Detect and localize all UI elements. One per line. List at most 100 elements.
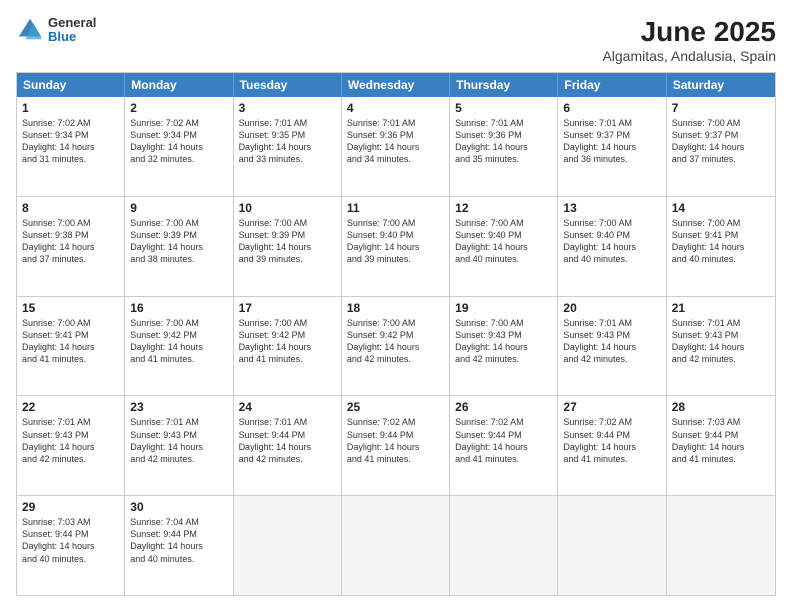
day-cell-30: 30Sunrise: 7:04 AMSunset: 9:44 PMDayligh…: [125, 496, 233, 595]
day-number: 11: [347, 201, 444, 215]
day-cell-12: 12 Sunrise: 7:00 AMSunset: 9:40 PMDayligh…: [450, 197, 558, 296]
calendar-header: SundayMondayTuesdayWednesdayThursdayFrid…: [17, 73, 775, 97]
cell-details: Sunrise: 7:00 AMSunset: 9:42 PMDaylight:…: [347, 317, 444, 366]
day-cell-21: 21 Sunrise: 7:01 AMSunset: 9:43 PMDayligh…: [667, 297, 775, 396]
empty-cell-4-3: [342, 496, 450, 595]
day-number: 22: [22, 400, 119, 414]
day-number: 10: [239, 201, 336, 215]
empty-cell-4-6: [667, 496, 775, 595]
cell-details: Sunrise: 7:02 AMSunset: 9:34 PMDaylight:…: [22, 117, 119, 166]
title-block: June 2025 Algamitas, Andalusia, Spain: [602, 16, 776, 64]
day-cell-11: 11 Sunrise: 7:00 AMSunset: 9:40 PMDayligh…: [342, 197, 450, 296]
day-cell-23: 23Sunrise: 7:01 AMSunset: 9:43 PMDayligh…: [125, 396, 233, 495]
day-number: 7: [672, 101, 770, 115]
day-header-wednesday: Wednesday: [342, 73, 450, 97]
cell-details: Sunrise: 7:00 AMSunset: 9:40 PMDaylight:…: [347, 217, 444, 266]
cell-details: Sunrise: 7:02 AMSunset: 9:44 PMDaylight:…: [563, 416, 660, 465]
day-cell-8: 8 Sunrise: 7:00 AMSunset: 9:38 PMDaylight…: [17, 197, 125, 296]
day-cell-9: 9Sunrise: 7:00 AMSunset: 9:39 PMDaylight…: [125, 197, 233, 296]
page-title: June 2025: [602, 16, 776, 48]
day-number: 24: [239, 400, 336, 414]
cell-details: Sunrise: 7:02 AMSunset: 9:34 PMDaylight:…: [130, 117, 227, 166]
cell-details: Sunrise: 7:00 AMSunset: 9:42 PMDaylight:…: [239, 317, 336, 366]
day-cell-14: 14Sunrise: 7:00 AMSunset: 9:41 PMDayligh…: [667, 197, 775, 296]
empty-cell-4-4: [450, 496, 558, 595]
cell-details: Sunrise: 7:00 AMSunset: 9:38 PMDaylight:…: [22, 217, 119, 266]
day-number: 3: [239, 101, 336, 115]
day-cell-18: 18 Sunrise: 7:00 AMSunset: 9:42 PMDayligh…: [342, 297, 450, 396]
day-cell-25: 25 Sunrise: 7:02 AMSunset: 9:44 PMDayligh…: [342, 396, 450, 495]
logo-line2: Blue: [48, 30, 96, 44]
cell-details: Sunrise: 7:00 AMSunset: 9:39 PMDaylight:…: [239, 217, 336, 266]
day-number: 27: [563, 400, 660, 414]
cell-details: Sunrise: 7:01 AMSunset: 9:36 PMDaylight:…: [455, 117, 552, 166]
day-number: 2: [130, 101, 227, 115]
day-header-friday: Friday: [558, 73, 666, 97]
day-number: 14: [672, 201, 770, 215]
week-row-4: 22 Sunrise: 7:01 AMSunset: 9:43 PMDayligh…: [17, 395, 775, 495]
cell-details: Sunrise: 7:01 AMSunset: 9:37 PMDaylight:…: [563, 117, 660, 166]
day-header-saturday: Saturday: [667, 73, 775, 97]
day-number: 4: [347, 101, 444, 115]
logo: General Blue: [16, 16, 96, 45]
cell-details: Sunrise: 7:00 AMSunset: 9:43 PMDaylight:…: [455, 317, 552, 366]
day-cell-7: 7 Sunrise: 7:00 AMSunset: 9:37 PMDaylight…: [667, 97, 775, 196]
header: General Blue June 2025 Algamitas, Andalu…: [16, 16, 776, 64]
cell-details: Sunrise: 7:01 AMSunset: 9:43 PMDaylight:…: [130, 416, 227, 465]
day-number: 26: [455, 400, 552, 414]
day-header-tuesday: Tuesday: [234, 73, 342, 97]
logo-line1: General: [48, 16, 96, 30]
day-number: 21: [672, 301, 770, 315]
day-number: 12: [455, 201, 552, 215]
cell-details: Sunrise: 7:00 AMSunset: 9:37 PMDaylight:…: [672, 117, 770, 166]
day-cell-27: 27 Sunrise: 7:02 AMSunset: 9:44 PMDayligh…: [558, 396, 666, 495]
day-cell-2: 2 Sunrise: 7:02 AMSunset: 9:34 PMDaylight…: [125, 97, 233, 196]
cell-details: Sunrise: 7:03 AMSunset: 9:44 PMDaylight:…: [22, 516, 119, 565]
day-cell-28: 28 Sunrise: 7:03 AMSunset: 9:44 PMDayligh…: [667, 396, 775, 495]
day-number: 5: [455, 101, 552, 115]
week-row-5: 29 Sunrise: 7:03 AMSunset: 9:44 PMDayligh…: [17, 495, 775, 595]
day-header-thursday: Thursday: [450, 73, 558, 97]
day-number: 17: [239, 301, 336, 315]
cell-details: Sunrise: 7:00 AMSunset: 9:40 PMDaylight:…: [455, 217, 552, 266]
day-cell-1: 1 Sunrise: 7:02 AMSunset: 9:34 PMDaylight…: [17, 97, 125, 196]
cell-details: Sunrise: 7:00 AMSunset: 9:39 PMDaylight:…: [130, 217, 227, 266]
day-number: 1: [22, 101, 119, 115]
day-number: 15: [22, 301, 119, 315]
cell-details: Sunrise: 7:02 AMSunset: 9:44 PMDaylight:…: [455, 416, 552, 465]
cell-details: Sunrise: 7:01 AMSunset: 9:43 PMDaylight:…: [563, 317, 660, 366]
day-cell-4: 4 Sunrise: 7:01 AMSunset: 9:36 PMDaylight…: [342, 97, 450, 196]
cell-details: Sunrise: 7:01 AMSunset: 9:35 PMDaylight:…: [239, 117, 336, 166]
day-cell-17: 17 Sunrise: 7:00 AMSunset: 9:42 PMDayligh…: [234, 297, 342, 396]
day-cell-26: 26 Sunrise: 7:02 AMSunset: 9:44 PMDayligh…: [450, 396, 558, 495]
cell-details: Sunrise: 7:01 AMSunset: 9:43 PMDaylight:…: [22, 416, 119, 465]
week-row-3: 15Sunrise: 7:00 AMSunset: 9:41 PMDayligh…: [17, 296, 775, 396]
cell-details: Sunrise: 7:04 AMSunset: 9:44 PMDaylight:…: [130, 516, 227, 565]
day-number: 20: [563, 301, 660, 315]
day-number: 28: [672, 400, 770, 414]
day-cell-3: 3 Sunrise: 7:01 AMSunset: 9:35 PMDaylight…: [234, 97, 342, 196]
day-number: 25: [347, 400, 444, 414]
day-cell-19: 19Sunrise: 7:00 AMSunset: 9:43 PMDayligh…: [450, 297, 558, 396]
page: General Blue June 2025 Algamitas, Andalu…: [0, 0, 792, 612]
week-row-1: 1 Sunrise: 7:02 AMSunset: 9:34 PMDaylight…: [17, 97, 775, 196]
empty-cell-4-5: [558, 496, 666, 595]
day-cell-15: 15Sunrise: 7:00 AMSunset: 9:41 PMDayligh…: [17, 297, 125, 396]
cell-details: Sunrise: 7:01 AMSunset: 9:36 PMDaylight:…: [347, 117, 444, 166]
cell-details: Sunrise: 7:01 AMSunset: 9:43 PMDaylight:…: [672, 317, 770, 366]
day-number: 29: [22, 500, 119, 514]
calendar-body: 1 Sunrise: 7:02 AMSunset: 9:34 PMDaylight…: [17, 97, 775, 595]
day-cell-22: 22 Sunrise: 7:01 AMSunset: 9:43 PMDayligh…: [17, 396, 125, 495]
day-cell-10: 10 Sunrise: 7:00 AMSunset: 9:39 PMDayligh…: [234, 197, 342, 296]
day-number: 18: [347, 301, 444, 315]
day-cell-20: 20 Sunrise: 7:01 AMSunset: 9:43 PMDayligh…: [558, 297, 666, 396]
logo-text: General Blue: [48, 16, 96, 45]
cell-details: Sunrise: 7:03 AMSunset: 9:44 PMDaylight:…: [672, 416, 770, 465]
day-cell-6: 6Sunrise: 7:01 AMSunset: 9:37 PMDaylight…: [558, 97, 666, 196]
cell-details: Sunrise: 7:00 AMSunset: 9:40 PMDaylight:…: [563, 217, 660, 266]
cell-details: Sunrise: 7:02 AMSunset: 9:44 PMDaylight:…: [347, 416, 444, 465]
empty-cell-4-2: [234, 496, 342, 595]
day-cell-5: 5 Sunrise: 7:01 AMSunset: 9:36 PMDaylight…: [450, 97, 558, 196]
day-number: 8: [22, 201, 119, 215]
day-number: 13: [563, 201, 660, 215]
